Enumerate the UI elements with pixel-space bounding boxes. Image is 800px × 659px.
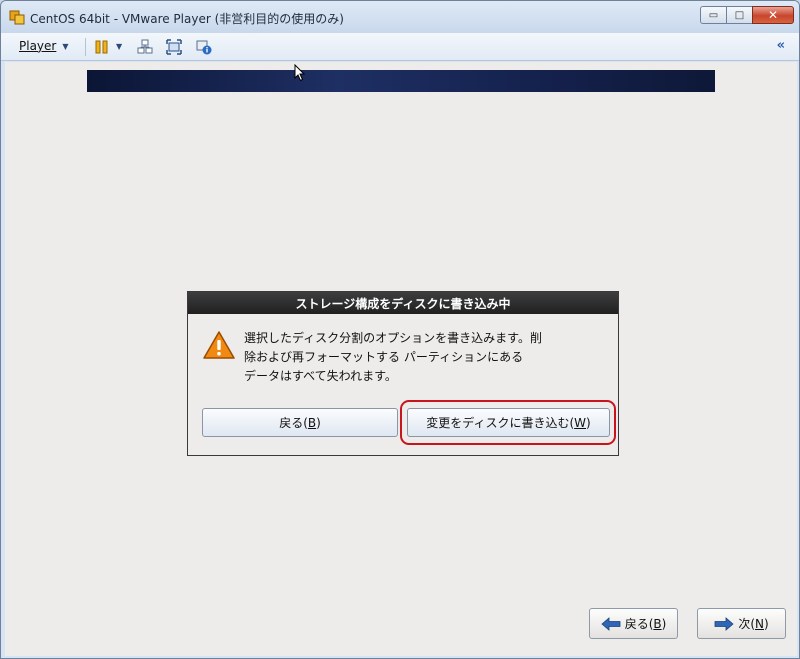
back-label: 戻る( (624, 617, 654, 631)
arrow-left-icon (601, 616, 621, 631)
minimize-icon: ▭ (708, 9, 719, 21)
dialog-back-button[interactable]: 戻る(B) (202, 408, 398, 437)
next-suffix: ) (763, 616, 769, 631)
next-label: 次( (738, 617, 755, 631)
write-changes-suffix: ) (586, 415, 591, 430)
vm-settings-icon[interactable] (196, 39, 212, 55)
close-icon: ✕ (767, 8, 779, 22)
arrow-right-icon (714, 616, 734, 631)
dialog-back-label: 戻る( (279, 416, 308, 430)
collapse-library-button[interactable]: « (777, 38, 785, 53)
vmware-player-window: CentOS 64bit - VMware Player (非営利目的の使用のみ… (0, 0, 800, 659)
player-menu-label: Player (19, 39, 57, 53)
write-changes-label: 変更をディスクに書き込む( (426, 416, 575, 430)
next-button[interactable]: 次(N) (697, 608, 786, 639)
write-changes-mnemonic: W (574, 415, 587, 430)
back-suffix: ) (661, 616, 667, 631)
warning-icon (203, 331, 235, 359)
installer-banner (87, 70, 715, 92)
back-button[interactable]: 戻る(B) (589, 608, 678, 639)
storage-write-dialog: ストレージ構成をディスクに書き込み中 選択したディスク分割のオプションを書き込み… (187, 291, 619, 456)
send-ctrl-alt-del-icon[interactable] (137, 39, 153, 55)
dialog-message-line: 選択したディスク分割のオプションを書き込みます。削 (244, 331, 542, 345)
player-toolbar: Player ▼ ▼ « (1, 33, 799, 61)
minimize-button[interactable]: ▭ (700, 6, 727, 24)
window-controls: ▭ □ ✕ (700, 6, 794, 24)
pause-icon[interactable] (94, 39, 110, 55)
chevron-down-icon: ▼ (62, 41, 69, 51)
dialog-message-line: データはすべて失われます。 (244, 369, 397, 383)
next-mnemonic: N (755, 616, 764, 631)
mouse-cursor-icon (294, 64, 306, 82)
toolbar-separator (85, 38, 86, 56)
vmware-app-icon (9, 10, 25, 25)
window-title: CentOS 64bit - VMware Player (非営利目的の使用のみ… (30, 12, 344, 26)
player-menu-button[interactable]: Player ▼ (19, 39, 69, 53)
fullscreen-icon[interactable] (166, 39, 182, 55)
dialog-back-mnemonic: B (307, 415, 317, 430)
dialog-message-line: 除および再フォーマットする パーティションにある (244, 350, 524, 364)
pause-dropdown-icon[interactable]: ▼ (116, 42, 122, 51)
title-bar[interactable]: CentOS 64bit - VMware Player (非営利目的の使用のみ… (1, 1, 799, 33)
maximize-button[interactable]: □ (726, 6, 753, 24)
maximize-icon: □ (734, 9, 745, 21)
dialog-message: 選択したディスク分割のオプションを書き込みます。削 除および再フォーマットする … (244, 329, 604, 386)
back-mnemonic: B (653, 616, 662, 631)
write-changes-button[interactable]: 変更をディスクに書き込む(W) (407, 408, 610, 437)
dialog-back-suffix: ) (316, 415, 321, 430)
dialog-title: ストレージ構成をディスクに書き込み中 (188, 292, 618, 314)
close-button[interactable]: ✕ (752, 6, 794, 24)
vm-screen[interactable]: ストレージ構成をディスクに書き込み中 選択したディスク分割のオプションを書き込み… (5, 62, 797, 656)
